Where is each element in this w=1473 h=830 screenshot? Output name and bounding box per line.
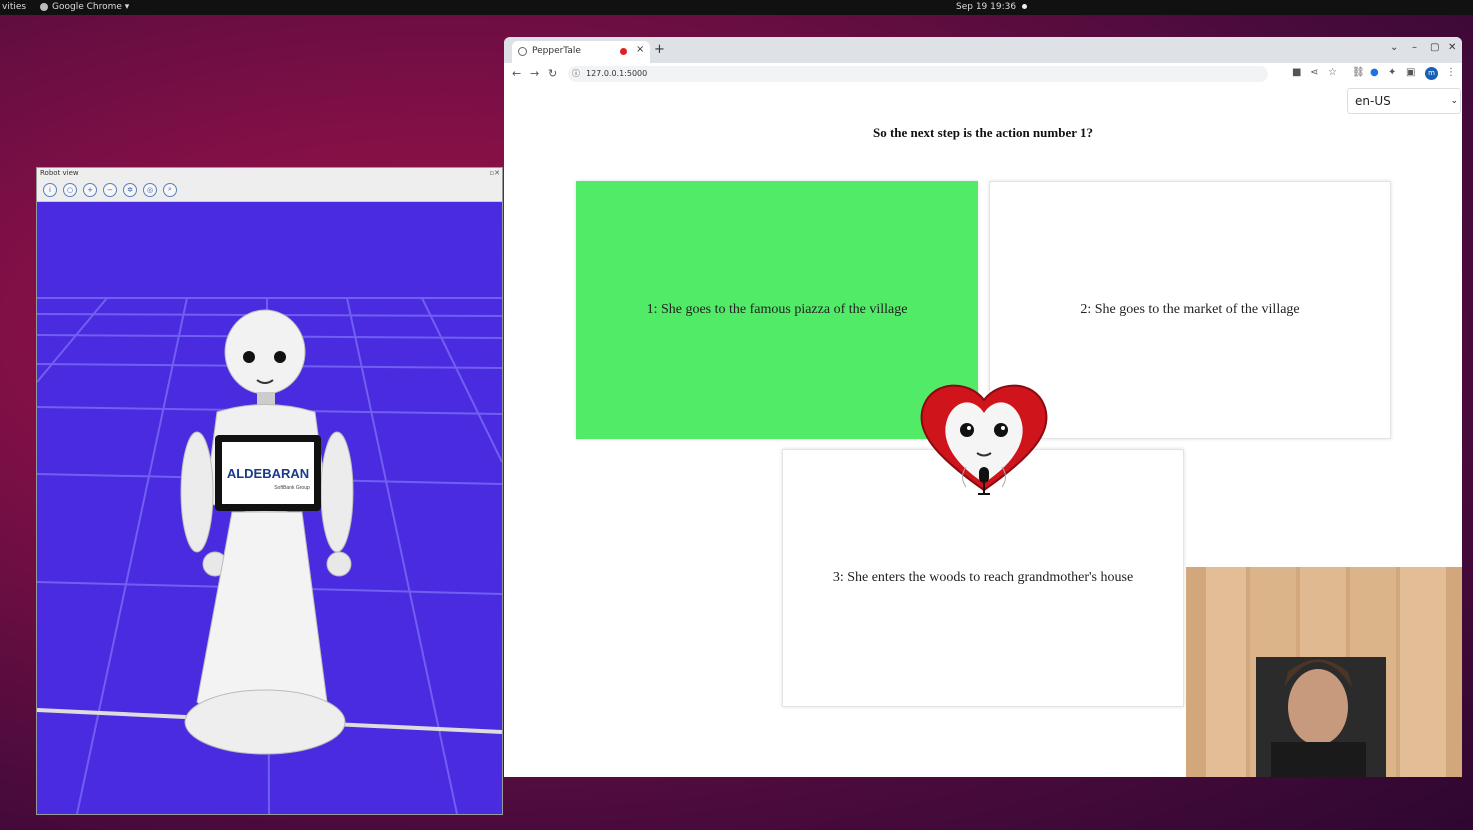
- site-info-icon[interactable]: ⓘ: [572, 66, 580, 82]
- web-page: en-US ⌄ So the next step is the action n…: [504, 85, 1462, 777]
- robot-window-controls[interactable]: ▫✕: [489, 169, 500, 177]
- search-icon[interactable]: ⌕: [163, 182, 177, 197]
- zoom-in-icon[interactable]: +: [83, 182, 97, 197]
- tab-strip: PepperTale × + ⌄ – ▢ ✕: [504, 37, 1462, 63]
- clock[interactable]: Sep 19 19:36: [956, 2, 1028, 12]
- activities-button[interactable]: vities: [2, 2, 26, 12]
- tab-search-icon[interactable]: ⌄: [1390, 42, 1398, 53]
- close-tab-icon[interactable]: ×: [636, 44, 644, 55]
- webcam-overlay: [1186, 567, 1462, 777]
- question-text: So the next step is the action number 1?: [872, 125, 1094, 140]
- option-label: 1: She goes to the famous piazza of the …: [646, 302, 908, 317]
- forward-icon[interactable]: →: [530, 67, 539, 80]
- maximize-icon[interactable]: ▢: [1430, 42, 1439, 53]
- language-value: en-US: [1355, 94, 1391, 108]
- app-menu[interactable]: Google Chrome ▾: [40, 2, 129, 12]
- tab-peppertale[interactable]: PepperTale ×: [512, 41, 650, 63]
- option-label: 2: She goes to the market of the village: [1080, 302, 1300, 317]
- url-field[interactable]: ⓘ 127.0.0.1:5000: [568, 66, 1268, 82]
- minimize-icon[interactable]: –: [1412, 42, 1417, 53]
- cast-icon[interactable]: ■: [1292, 67, 1301, 78]
- profile-avatar[interactable]: m: [1425, 67, 1438, 80]
- extension-z-icon[interactable]: ●: [1370, 67, 1379, 78]
- back-icon[interactable]: ←: [512, 67, 521, 80]
- recording-icon: [620, 48, 627, 55]
- robot-scene: ALDEBARAN SoftBank Group: [37, 297, 502, 814]
- option-label: 3: She enters the woods to reach grandmo…: [832, 570, 1134, 585]
- new-tab-button[interactable]: +: [654, 42, 665, 57]
- app-menu-label: Google Chrome ▾: [52, 2, 130, 12]
- chrome-icon: [40, 2, 48, 11]
- info-icon[interactable]: i: [43, 182, 57, 197]
- pepper-robot: ALDEBARAN SoftBank Group: [180, 309, 354, 755]
- settings-icon[interactable]: ✲: [123, 182, 137, 197]
- camera-icon[interactable]: ○: [63, 182, 77, 197]
- tab-title: PepperTale: [532, 46, 581, 56]
- close-window-icon[interactable]: ✕: [1448, 42, 1456, 53]
- address-bar-row: ← → ↻ ⓘ 127.0.0.1:5000 ■ ⋖ ☆ ⛓ ● ✦ ▣ m ⋮: [504, 63, 1462, 86]
- globe-icon: [518, 47, 527, 56]
- clock-label: Sep 19 19:36: [956, 2, 1017, 12]
- tablet-logo: ALDEBARAN: [227, 466, 309, 481]
- reload-icon[interactable]: ↻: [548, 67, 557, 80]
- browser-window: PepperTale × + ⌄ – ▢ ✕ ← → ↻ ⓘ 127.0.0.1:…: [504, 37, 1462, 777]
- chevron-down-icon: ⌄: [1450, 96, 1458, 106]
- link-icon[interactable]: ⛓: [1352, 67, 1365, 78]
- view-icon[interactable]: ◎: [143, 182, 157, 197]
- system-topbar: vities Google Chrome ▾ Sep 19 19:36: [0, 0, 1473, 15]
- robot-3d-viewport[interactable]: ALDEBARAN SoftBank Group: [37, 202, 502, 814]
- mascot-heart-icon: [920, 384, 1048, 495]
- menu-kebab-icon[interactable]: ⋮: [1446, 67, 1456, 78]
- zoom-out-icon[interactable]: −: [103, 182, 117, 197]
- bookmark-star-icon[interactable]: ☆: [1328, 67, 1337, 78]
- side-panel-icon[interactable]: ▣: [1406, 67, 1415, 78]
- robot-view-window: Robot view ▫✕ i ○ + − ✲ ◎ ⌕ ALDEBARAN So…: [36, 167, 503, 815]
- share-icon[interactable]: ⋖: [1310, 67, 1318, 78]
- url-text: 127.0.0.1:5000: [586, 69, 648, 78]
- extensions-puzzle-icon[interactable]: ✦: [1388, 67, 1396, 78]
- webcam-image: [1186, 567, 1462, 777]
- robot-toolbar: i ○ + − ✲ ◎ ⌕: [37, 178, 502, 202]
- language-select[interactable]: en-US ⌄: [1347, 88, 1461, 114]
- tablet-sub: SoftBank Group: [274, 485, 310, 491]
- notification-dot-icon: [1022, 4, 1028, 9]
- robot-window-title: Robot view: [40, 169, 79, 177]
